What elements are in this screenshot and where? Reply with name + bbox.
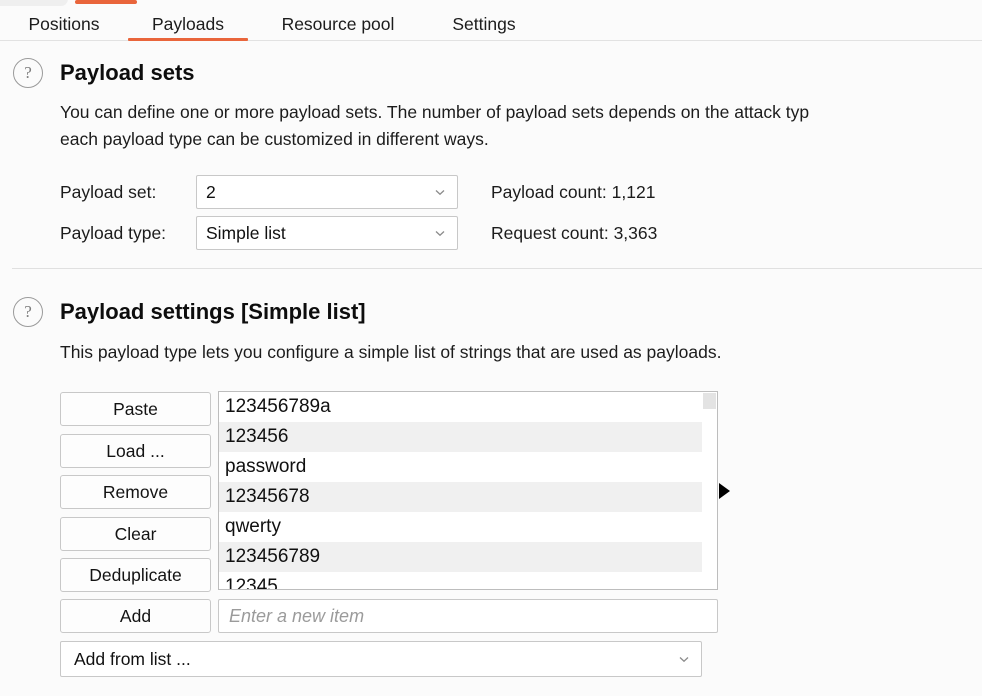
payload-type-dropdown[interactable]: Simple list [196,216,458,250]
parent-tab-active-indicator [75,0,137,4]
payload-list-item[interactable]: 123456789 [219,542,717,572]
payload-settings-description: This payload type lets you configure a s… [60,342,722,362]
payload-list-item[interactable]: 12345678 [219,482,717,512]
payload-sets-help-icon[interactable]: ? [13,58,43,88]
remove-button[interactable]: Remove [60,475,211,509]
payload-list-scrollbar[interactable] [702,392,717,589]
payload-list-item[interactable]: password [219,452,717,482]
add-from-list-value: Add from list ... [74,648,191,669]
chevron-down-icon [435,190,445,196]
deduplicate-button[interactable]: Deduplicate [60,558,211,592]
tab-settings-label: Settings [452,13,516,34]
tab-positions-label: Positions [28,13,100,34]
payload-type-label: Payload type: [60,223,167,243]
chevron-down-icon [679,657,689,663]
payload-list-item[interactable]: 12345 [219,572,717,589]
triangle-right-icon[interactable] [719,483,730,499]
payload-sets-title: Payload sets [60,60,195,85]
clear-button[interactable]: Clear [60,517,211,551]
payload-settings-title: Payload settings [Simple list] [60,299,366,324]
payload-list-item[interactable]: qwerty [219,512,717,542]
tab-positions[interactable]: Positions [14,8,114,41]
payload-list-scrollbar-thumb[interactable] [703,393,716,409]
new-item-input[interactable] [218,599,718,633]
payload-sets-description-line1: You can define one or more payload sets.… [60,102,810,122]
add-button[interactable]: Add [60,599,211,633]
chevron-down-icon [435,231,445,237]
parent-tab-strip-partial [0,0,982,8]
payload-type-value: Simple list [206,222,286,243]
payload-settings-help-icon[interactable]: ? [13,297,43,327]
add-from-list-dropdown[interactable]: Add from list ... [60,641,702,677]
tab-resource-pool[interactable]: Resource pool [262,8,414,41]
payload-list-item[interactable]: 123456789a [219,392,717,422]
request-count-text: Request count: 3,363 [491,223,658,243]
payload-count-text: Payload count: 1,121 [491,182,656,202]
intruder-payloads-panel: Positions Payloads Resource pool Setting… [0,0,982,696]
payload-set-value: 2 [206,181,216,202]
parent-tab-pill[interactable] [0,0,68,6]
payload-list-item[interactable]: 123456 [219,422,717,452]
payload-sets-description-line2: each payload type can be customized in d… [60,129,489,149]
tabbar: Positions Payloads Resource pool Setting… [0,8,982,41]
tab-payloads[interactable]: Payloads [128,8,248,41]
tab-settings[interactable]: Settings [432,8,536,41]
payload-set-dropdown[interactable]: 2 [196,175,458,209]
section-divider [12,268,982,269]
paste-button[interactable]: Paste [60,392,211,426]
payload-list[interactable]: 123456789a 123456 password 12345678 qwerty 12… [218,391,718,590]
payload-set-label: Payload set: [60,182,157,202]
tab-resource-pool-label: Resource pool [281,13,395,34]
load-button[interactable]: Load ... [60,434,211,468]
payload-list-body: 123456789a 123456 password 12345678 qwerty 12… [219,392,717,589]
tab-payloads-label: Payloads [152,13,224,34]
